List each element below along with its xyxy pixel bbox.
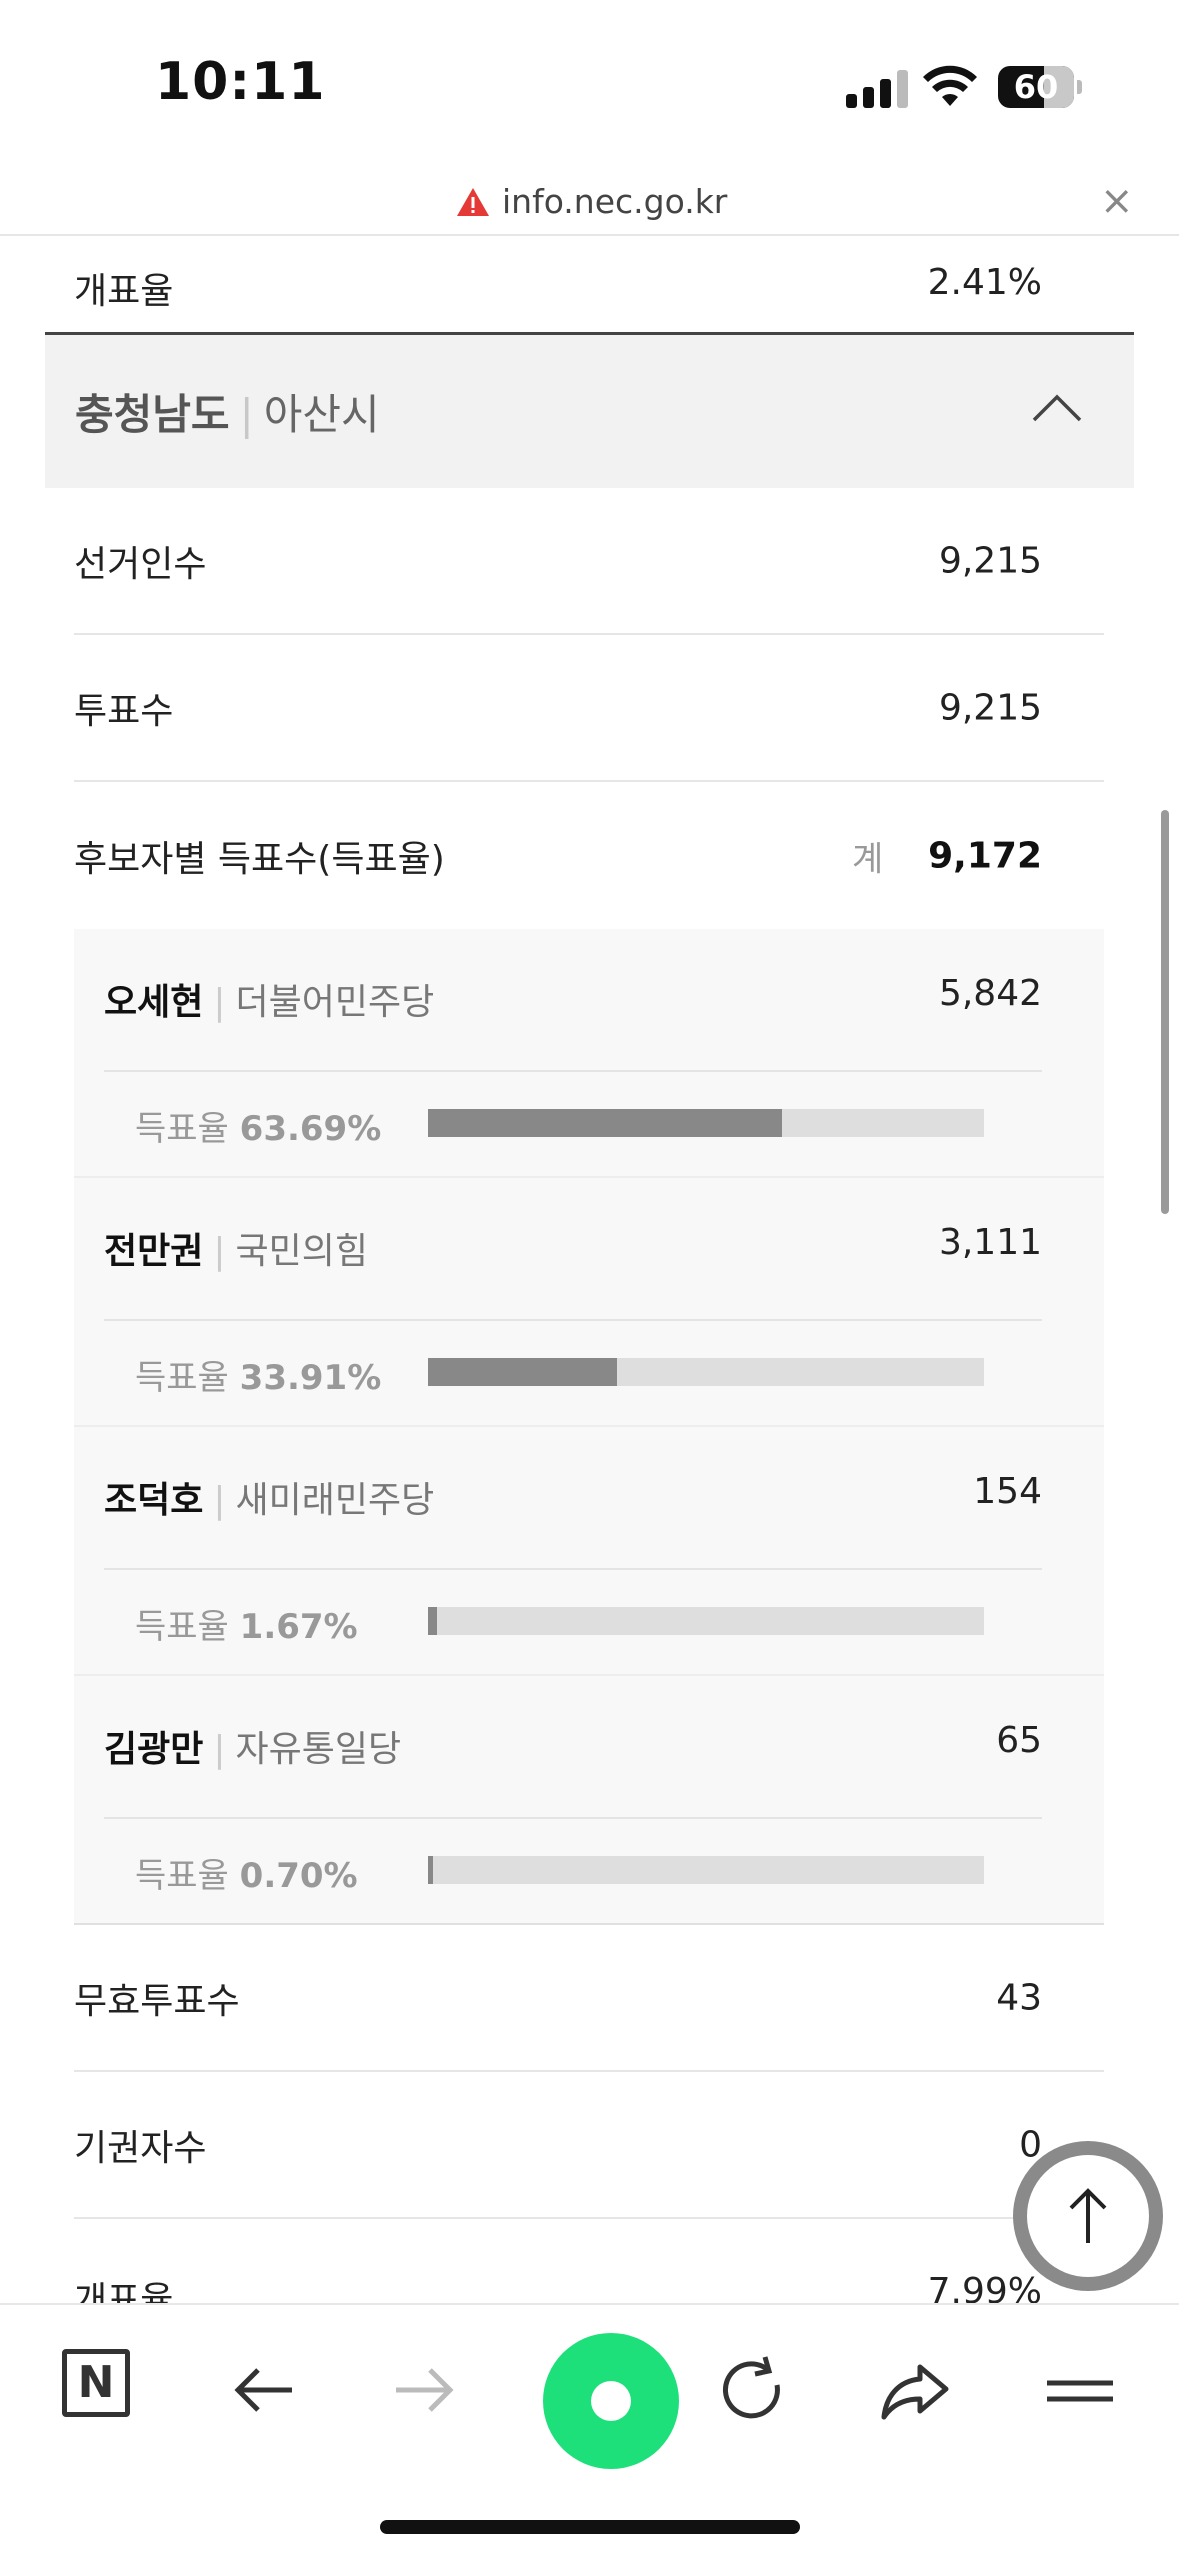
candidate-name: 김광만 <box>104 1729 204 1770</box>
candidate-votes: 3,111 <box>938 1222 1042 1263</box>
candidate-votes-label: 후보자별 득표수(득표율) <box>74 838 445 880</box>
candidate-card: 전만권 | 국민의힘 3,111 득표율 33.91% <box>74 1178 1104 1427</box>
candidate-card: 오세현 | 더불어민주당 5,842 득표율 63.69% <box>74 929 1104 1178</box>
warning-triangle-icon <box>457 188 489 216</box>
back-button[interactable] <box>218 2345 308 2435</box>
region-city: 아산시 <box>263 390 380 439</box>
naver-home-icon[interactable]: N <box>62 2349 130 2417</box>
scroll-to-top-button[interactable] <box>1013 2141 1163 2291</box>
rate-value: 1.67% <box>239 1607 358 1647</box>
wifi-icon <box>923 65 977 106</box>
home-indicator <box>380 2520 800 2534</box>
region-separator: | <box>239 390 254 439</box>
candidate-party: 자유통일당 <box>235 1729 402 1770</box>
status-time: 10:11 <box>155 52 326 112</box>
electorate-label: 선거인수 <box>74 543 207 585</box>
share-icon <box>881 2364 949 2420</box>
candidate-votes: 154 <box>973 1471 1042 1512</box>
scrollbar-thumb[interactable] <box>1161 810 1169 1214</box>
share-button[interactable] <box>870 2345 960 2435</box>
candidate-name: 조덕호 <box>104 1480 204 1521</box>
candidate-card: 조덕호 | 새미래민주당 154 득표율 1.67% <box>74 1427 1104 1676</box>
battery-level: 60 <box>1013 68 1059 106</box>
invalid-votes-label: 무효투표수 <box>74 1980 240 2022</box>
candidate-card: 김광만 | 자유통일당 65 득표율 0.70% <box>74 1676 1104 1925</box>
abstain-row: 기권자수 0 <box>74 2072 1104 2219</box>
rate-value: 63.69% <box>239 1109 382 1149</box>
chevron-up-icon[interactable] <box>1031 393 1083 423</box>
invalid-votes-value: 43 <box>996 1977 1042 2018</box>
rate-bar <box>428 1358 984 1386</box>
votes-label: 투표수 <box>74 690 174 732</box>
rate-value: 0.70% <box>239 1856 358 1896</box>
rate-bar <box>428 1856 984 1884</box>
url-text[interactable]: info.nec.go.kr <box>502 182 727 221</box>
menu-button[interactable] <box>1035 2345 1125 2435</box>
candidate-votes: 5,842 <box>938 973 1042 1014</box>
arrow-up-icon <box>1069 2188 1107 2243</box>
rate-value: 33.91% <box>239 1358 382 1398</box>
votes-value: 9,215 <box>938 687 1042 728</box>
rate-bar-fill <box>428 1358 617 1386</box>
total-label: 계 <box>852 839 884 879</box>
green-dot-button[interactable] <box>543 2333 679 2469</box>
battery-icon: 60 <box>998 66 1074 108</box>
invalid-votes-row: 무효투표수 43 <box>74 1925 1104 2072</box>
candidate-name: 전만권 <box>104 1231 204 1272</box>
forward-button[interactable] <box>380 2345 470 2435</box>
rate-bar-fill <box>428 1109 783 1137</box>
region-title: 충청남도 | 아산시 <box>75 381 380 442</box>
url-bar[interactable]: info.nec.go.kr × <box>0 170 1179 236</box>
rate-label: 득표율 <box>135 1358 229 1398</box>
browser-toolbar: N <box>0 2303 1179 2556</box>
rate-label: 득표율 <box>135 1856 229 1896</box>
close-icon[interactable]: × <box>1100 178 1134 224</box>
candidate-party: 더불어민주당 <box>235 982 435 1023</box>
candidate-votes: 65 <box>996 1720 1042 1761</box>
rate-label: 득표율 <box>135 1109 229 1149</box>
count-rate-value: 2.41% <box>927 262 1042 303</box>
status-bar: 10:11 60 <box>0 0 1179 170</box>
region-accordion-header[interactable]: 충청남도 | 아산시 <box>45 332 1134 488</box>
count-rate-label: 개표율 <box>74 271 174 312</box>
rate-bar-fill <box>428 1856 433 1884</box>
green-dot-icon <box>591 2381 631 2421</box>
total-value: 9,172 <box>928 835 1042 876</box>
rate-label: 득표율 <box>135 1607 229 1647</box>
candidate-votes-header-row: 후보자별 득표수(득표율) 계 9,172 <box>74 782 1104 929</box>
candidate-name: 오세현 <box>104 982 204 1023</box>
region-province: 충청남도 <box>75 390 230 439</box>
rate-bar-fill <box>428 1607 438 1635</box>
candidate-party: 새미래민주당 <box>235 1480 435 1521</box>
back-arrow-icon <box>234 2368 292 2412</box>
forward-arrow-icon <box>396 2368 454 2412</box>
cellular-signal-icon <box>846 70 910 108</box>
electorate-value: 9,215 <box>938 540 1042 581</box>
count-rate-row-previous: 개표율 2.41% <box>74 236 1104 332</box>
rate-bar <box>428 1607 984 1635</box>
votes-row: 투표수 9,215 <box>74 635 1104 782</box>
candidate-party: 국민의힘 <box>235 1231 368 1272</box>
abstain-label: 기권자수 <box>74 2127 207 2169</box>
menu-icon <box>1047 2380 1113 2402</box>
reload-icon <box>723 2356 780 2419</box>
reload-button[interactable] <box>707 2345 797 2435</box>
electorate-row: 선거인수 9,215 <box>74 488 1104 635</box>
rate-bar <box>428 1109 984 1137</box>
